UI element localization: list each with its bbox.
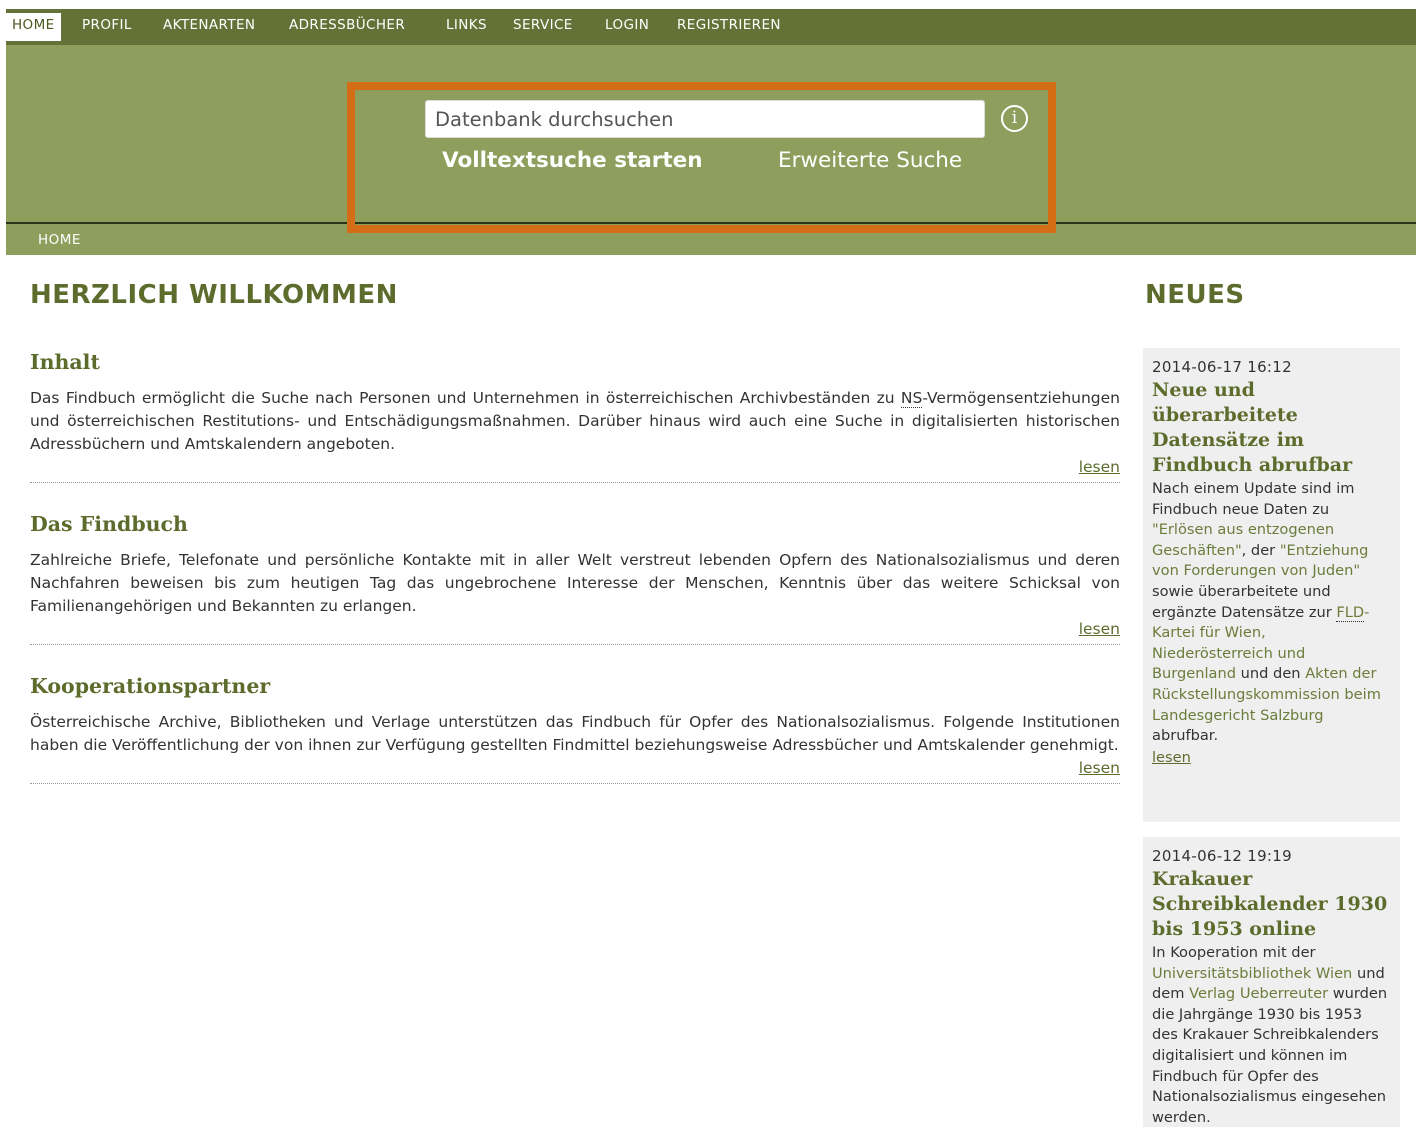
nav-profil[interactable]: PROFIL xyxy=(82,9,132,45)
news-date: 2014-06-17 16:12 xyxy=(1152,358,1292,376)
news-title: NEUES xyxy=(1145,280,1245,310)
news-text: In Kooperation mit der Universitätsbibli… xyxy=(1152,943,1391,1127)
ns-abbreviation: NS xyxy=(900,389,923,408)
nav-home[interactable]: HOME xyxy=(6,13,61,41)
news-date: 2014-06-12 19:19 xyxy=(1152,847,1292,865)
section-title: Inhalt xyxy=(30,350,100,374)
news-text-part: und den xyxy=(1236,665,1306,683)
read-more-link[interactable]: lesen xyxy=(1079,458,1120,476)
main-content: HERZLICH WILLKOMMEN Inhalt Das Findbuch … xyxy=(30,280,1120,784)
section-findbuch: Das Findbuch Zahlreiche Briefe, Telefona… xyxy=(30,512,1120,645)
news-read-more-link[interactable]: lesen xyxy=(1152,749,1191,766)
news-text-part: In Kooperation mit der xyxy=(1152,944,1316,961)
section-text: Zahlreiche Briefe, Telefonate und persön… xyxy=(30,551,1120,615)
nav-login[interactable]: LOGIN xyxy=(605,9,649,45)
section-title: Das Findbuch xyxy=(30,512,188,536)
news-text-part: sowie überarbeitete und ergänzte Datensä… xyxy=(1152,582,1337,621)
news-text-part: abrufbar. xyxy=(1152,727,1219,745)
nav-registrieren[interactable]: REGISTRIEREN xyxy=(677,9,781,45)
read-more-link[interactable]: lesen xyxy=(1079,620,1120,638)
nav-adressbuecher[interactable]: ADRESSBÜCHER xyxy=(289,9,405,45)
news-link[interactable]: Universitätsbibliothek Wien xyxy=(1152,965,1352,982)
breadcrumb-home[interactable]: HOME xyxy=(38,232,81,248)
nav-service[interactable]: SERVICE xyxy=(513,9,573,45)
news-link[interactable]: Verlag Ueberreuter xyxy=(1189,985,1328,1002)
section-text: Österreichische Archive, Bibliotheken un… xyxy=(30,713,1120,754)
news-headline[interactable]: Neue und überarbeitete Datensätze im Fin… xyxy=(1152,378,1391,478)
news-text: Nach einem Update sind im Findbuch neue … xyxy=(1152,479,1391,747)
fld-abbreviation[interactable]: FLD xyxy=(1336,603,1365,622)
nav-links[interactable]: LINKS xyxy=(446,9,487,45)
section-text: Das Findbuch ermöglicht die Suche nach P… xyxy=(30,387,1120,456)
section-title: Kooperationspartner xyxy=(30,674,271,698)
section-divider xyxy=(30,644,1120,645)
section-text-part: Das Findbuch ermöglicht die Suche nach P… xyxy=(30,389,901,407)
nav-aktenarten[interactable]: AKTENARTEN xyxy=(163,9,255,45)
news-text-part: , der xyxy=(1241,541,1280,559)
search-highlight-frame xyxy=(347,82,1056,233)
read-more-link[interactable]: lesen xyxy=(1079,759,1120,777)
section-inhalt: Inhalt Das Findbuch ermöglicht die Suche… xyxy=(30,350,1120,483)
page-title: HERZLICH WILLKOMMEN xyxy=(30,280,398,310)
news-text-part: wurden die Jahrgänge 1930 bis 1953 des K… xyxy=(1152,985,1388,1126)
news-item: 2014-06-12 19:19 Krakauer Schreibkalende… xyxy=(1143,837,1400,1127)
news-headline[interactable]: Krakauer Schreibkalender 1930 bis 1953 o… xyxy=(1152,867,1391,942)
news-item: 2014-06-17 16:12 Neue und überarbeitete … xyxy=(1143,348,1400,822)
news-text-part: Nach einem Update sind im Findbuch neue … xyxy=(1152,480,1355,518)
top-navigation: HOME PROFIL AKTENARTEN ADRESSBÜCHER LINK… xyxy=(6,9,1416,45)
section-kooperationspartner: Kooperationspartner Österreichische Arch… xyxy=(30,674,1120,784)
section-divider xyxy=(30,783,1120,784)
section-divider xyxy=(30,482,1120,483)
